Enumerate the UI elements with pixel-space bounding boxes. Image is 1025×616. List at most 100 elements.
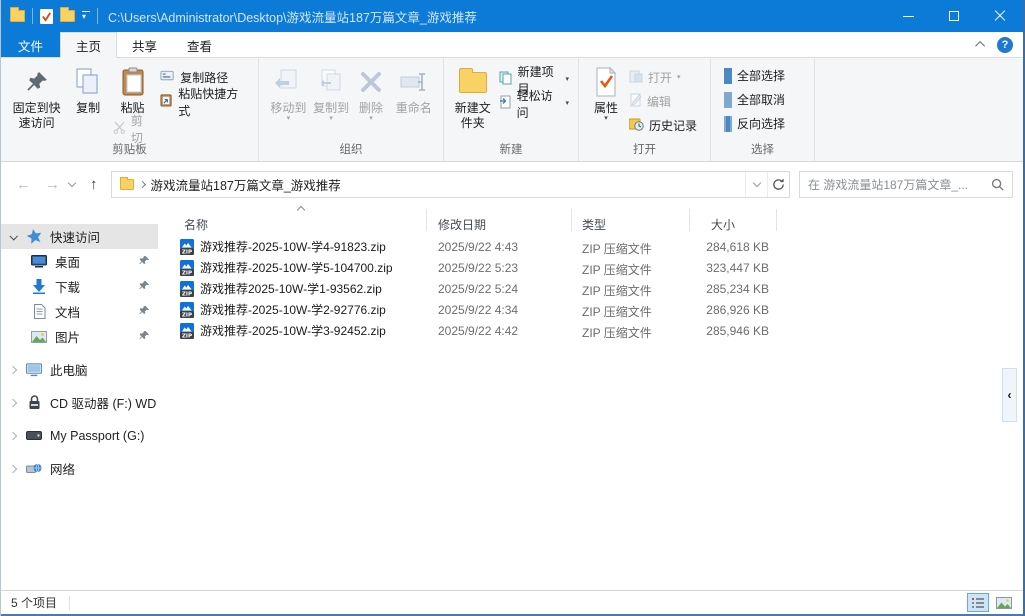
recent-locations-icon[interactable] xyxy=(68,179,76,187)
file-row[interactable]: ZIP游戏推荐-2025-10W-学2-92776.zip 2025/9/22 … xyxy=(158,299,1023,320)
sidebar-item-desktop[interactable]: 桌面 xyxy=(1,249,158,274)
address-bar[interactable]: 游戏流量站187万篇文章_游戏推荐 xyxy=(111,171,791,198)
open-group-label: 打开 xyxy=(579,140,710,161)
history-button[interactable]: 历史记录 xyxy=(625,115,701,136)
easy-access-button[interactable]: 轻松访问 ▾ xyxy=(495,93,573,114)
new-group-label: 新建 xyxy=(444,140,578,161)
maximize-button[interactable] xyxy=(931,0,977,32)
new-folder-button[interactable]: 新建文件夹 xyxy=(451,63,495,133)
organize-group-label: 组织 xyxy=(259,140,443,161)
forward-icon[interactable]: → xyxy=(38,176,67,193)
delete-button[interactable]: 删除 ▾ xyxy=(353,63,390,124)
collapse-ribbon-icon[interactable] xyxy=(975,41,985,51)
ribbon-group-clipboard: 固定到快速访问 复制 粘贴 剪切 xyxy=(1,58,259,161)
sidebar-item-my-passport[interactable]: My Passport (G:) xyxy=(1,423,158,448)
breadcrumb[interactable]: 游戏流量站187万篇文章_游戏推荐 xyxy=(151,175,341,194)
tab-share[interactable]: 共享 xyxy=(117,32,172,57)
sidebar-item-this-pc[interactable]: 此电脑 xyxy=(1,357,158,382)
easy-access-label: 轻松访问 xyxy=(517,87,561,121)
open-button[interactable]: 打开 ▾ xyxy=(625,67,701,88)
search-input[interactable]: 在 游戏流量站187万篇文章_... xyxy=(799,171,1013,198)
minimize-button[interactable] xyxy=(885,0,931,32)
chevron-right-icon[interactable] xyxy=(9,431,17,439)
rename-button[interactable]: 重命名 xyxy=(389,63,438,118)
pin-icon xyxy=(139,305,150,319)
file-row[interactable]: ZIP游戏推荐-2025-10W-学5-104700.zip 2025/9/22… xyxy=(158,257,1023,278)
move-to-button[interactable]: 移动到 ▾ xyxy=(267,63,310,124)
refresh-button[interactable] xyxy=(767,172,789,197)
file-size: 323,447 KB xyxy=(657,261,769,275)
column-divider[interactable] xyxy=(571,209,572,231)
ribbon-group-open: 属性 ▾ 打开 ▾ 编辑 历史记录 xyxy=(579,58,711,161)
sidebar-item-cd-drive[interactable]: CD 驱动器 (F:) WD U xyxy=(1,390,158,415)
network-label: 网络 xyxy=(50,459,75,478)
tab-file[interactable]: 文件 xyxy=(1,32,60,57)
sidebar: 快速访问 桌面 下载 文档 图片 xyxy=(1,206,158,590)
file-list: 名称 修改日期 类型 大小 ZIP游戏推荐-2025-10W-学4-91823.… xyxy=(158,206,1023,590)
new-folder-label: 新建文件夹 xyxy=(454,101,492,131)
file-row[interactable]: ZIP游戏推荐2025-10W-学1-93562.zip 2025/9/22 5… xyxy=(158,278,1023,299)
details-view-button[interactable] xyxy=(967,593,989,612)
sidebar-item-quick-access[interactable]: 快速访问 xyxy=(1,224,158,249)
file-date: 2025/9/22 4:42 xyxy=(438,324,518,338)
close-button[interactable] xyxy=(977,0,1023,32)
edge-panel-toggle[interactable]: ‹ xyxy=(1002,368,1017,422)
chevron-down-icon[interactable] xyxy=(9,232,17,240)
paste-shortcut-label: 粘贴快捷方式 xyxy=(178,85,249,119)
column-header-size[interactable]: 大小 xyxy=(711,216,735,233)
column-divider[interactable] xyxy=(426,209,427,231)
titlebar: ▾ C:\Users\Administrator\Desktop\游戏流量站18… xyxy=(1,0,1023,32)
new-folder-qat-icon[interactable] xyxy=(60,10,75,22)
sidebar-item-downloads[interactable]: 下载 xyxy=(1,274,158,299)
up-icon[interactable]: ↑ xyxy=(81,176,107,193)
copy-button[interactable]: 复制 xyxy=(67,63,109,118)
properties-qat-icon[interactable] xyxy=(40,9,53,24)
open-caret-icon: ▾ xyxy=(677,75,681,81)
divider xyxy=(69,596,70,610)
easy-access-caret-icon: ▾ xyxy=(565,101,569,107)
column-header-date[interactable]: 修改日期 xyxy=(438,216,486,233)
window-controls xyxy=(885,0,1023,32)
file-name: 游戏推荐2025-10W-学1-93562.zip xyxy=(200,280,382,297)
pin-to-quick-access-button[interactable]: 固定到快速访问 xyxy=(6,63,67,133)
paste-shortcut-button[interactable]: 粘贴快捷方式 xyxy=(156,91,253,112)
sidebar-item-pictures[interactable]: 图片 xyxy=(1,324,158,349)
file-size: 285,946 KB xyxy=(657,324,769,338)
address-dropdown-button[interactable] xyxy=(745,172,767,197)
history-icon xyxy=(629,117,644,134)
file-row[interactable]: ZIP游戏推荐-2025-10W-学3-92452.zip 2025/9/22 … xyxy=(158,320,1023,341)
help-icon[interactable]: ? xyxy=(997,37,1013,53)
new-folder-icon xyxy=(459,65,487,99)
select-all-button[interactable]: 全部选择 xyxy=(720,65,789,86)
column-divider[interactable] xyxy=(689,209,690,231)
chevron-left-icon: ‹ xyxy=(1008,388,1012,402)
open-icon xyxy=(629,70,643,86)
file-row[interactable]: ZIP游戏推荐-2025-10W-学4-91823.zip 2025/9/22 … xyxy=(158,236,1023,257)
copy-to-button[interactable]: 复制到 ▾ xyxy=(310,63,353,124)
chevron-right-icon[interactable] xyxy=(9,464,17,472)
pin-icon xyxy=(139,330,150,344)
select-none-button[interactable]: 全部取消 xyxy=(720,89,789,110)
paste-button[interactable]: 粘贴 xyxy=(117,63,149,118)
zip-file-icon: ZIP xyxy=(179,302,195,318)
back-icon[interactable]: ← xyxy=(9,176,38,193)
sidebar-item-network[interactable]: 网络 xyxy=(1,456,158,481)
navigation-bar: ← → ↑ 游戏流量站187万篇文章_游戏推荐 在 游戏流量站187万篇文章_.… xyxy=(1,162,1023,206)
column-divider[interactable] xyxy=(776,209,777,231)
thumbnail-view-button[interactable] xyxy=(993,593,1015,612)
delete-caret-icon: ▾ xyxy=(369,116,373,122)
tab-view[interactable]: 查看 xyxy=(172,32,227,57)
qat-dropdown-icon[interactable]: ▾ xyxy=(82,11,90,21)
invert-selection-button[interactable]: 反向选择 xyxy=(720,113,789,134)
properties-button[interactable]: 属性 ▾ xyxy=(587,63,625,124)
column-header-type[interactable]: 类型 xyxy=(582,216,606,233)
chevron-right-icon[interactable] xyxy=(9,398,17,406)
cut-button[interactable]: 剪切 xyxy=(109,118,156,139)
sidebar-item-documents[interactable]: 文档 xyxy=(1,299,158,324)
open-label: 打开 xyxy=(648,69,672,86)
chevron-right-icon[interactable] xyxy=(9,365,17,373)
edit-button[interactable]: 编辑 xyxy=(625,91,701,112)
tab-home[interactable]: 主页 xyxy=(60,32,117,58)
svg-text:ZIP: ZIP xyxy=(182,249,192,254)
column-header-name[interactable]: 名称 xyxy=(184,216,208,233)
